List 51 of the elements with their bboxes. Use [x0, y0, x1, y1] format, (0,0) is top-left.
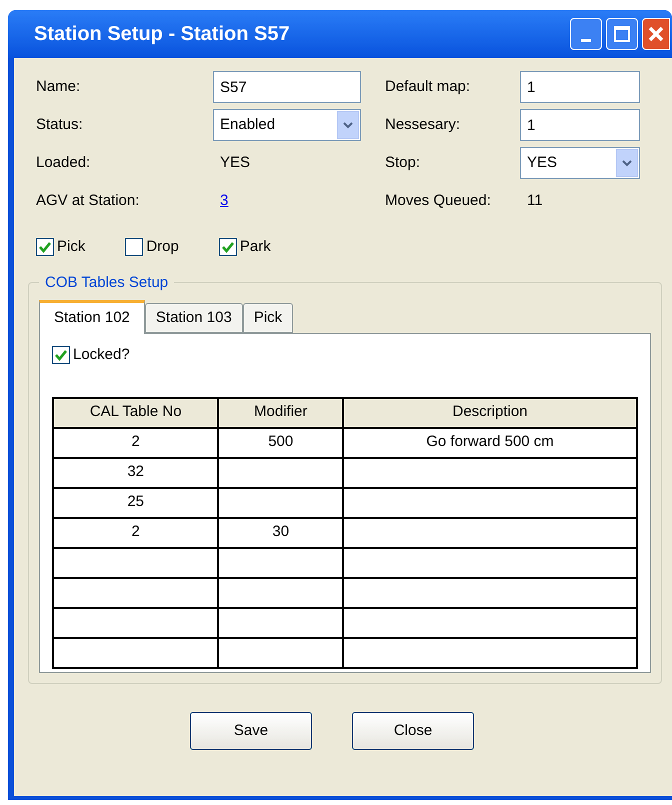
field-value: YES — [219, 152, 252, 173]
table-cell: 25 — [53, 488, 218, 518]
maximize-button[interactable] — [606, 18, 638, 50]
checkbox-label: Drop — [146, 236, 179, 257]
checkbox-label: Pick — [57, 236, 86, 257]
field-value: 11 — [526, 190, 544, 211]
table-cell: 30 — [218, 518, 344, 548]
checkbox-label: Locked? — [73, 345, 130, 365]
text-field[interactable]: S57 — [213, 71, 361, 103]
field-label: Name: — [36, 76, 82, 97]
dropdown[interactable]: Enabled — [213, 109, 361, 141]
text-field[interactable]: 1 — [520, 109, 640, 141]
field-label: Default map: — [385, 76, 472, 97]
field-label: Stop: — [385, 152, 422, 173]
maximize-icon — [614, 26, 630, 42]
checked-checkbox[interactable] — [52, 346, 70, 364]
tab[interactable]: Station 102 — [39, 300, 145, 334]
checkmark-icon — [39, 242, 51, 252]
station-link[interactable]: 3 — [213, 190, 236, 212]
close-button[interactable] — [642, 18, 670, 50]
dropdown-value: YES — [526, 152, 558, 173]
table-cell: 500 — [218, 428, 344, 458]
dropdown[interactable]: YES — [520, 147, 640, 179]
checkmark-icon — [222, 242, 234, 252]
dialog-button[interactable]: Save — [190, 712, 312, 750]
checkmark-icon — [55, 350, 67, 361]
checkbox[interactable] — [125, 238, 144, 256]
field-label: Nessesary: — [385, 114, 462, 135]
checked-checkbox[interactable] — [36, 238, 54, 256]
tab[interactable]: Station 103 — [144, 303, 243, 333]
field-label: AGV at Station: — [36, 190, 140, 211]
tab[interactable]: Pick — [242, 303, 294, 333]
field-label: Moves Queued: — [385, 190, 492, 211]
dropdown-value: Enabled — [219, 114, 276, 135]
checked-checkbox[interactable] — [218, 238, 237, 256]
table-cell: Go forward 500 cm — [343, 428, 637, 458]
dialog-button[interactable]: Close — [352, 712, 474, 750]
minimize-button[interactable] — [570, 18, 602, 50]
field-label: Loaded: — [36, 152, 92, 173]
checkbox-label: Park — [240, 236, 271, 257]
column-header: CAL Table No — [53, 398, 218, 428]
close-icon — [647, 25, 665, 43]
column-header: Modifier — [218, 398, 344, 428]
text-field[interactable]: 1 — [520, 71, 640, 103]
field-label: Status: — [36, 114, 84, 135]
minimize-icon — [581, 39, 591, 42]
table-cell: 2 — [53, 428, 218, 458]
table-cell: 2 — [53, 518, 218, 548]
column-header: Description — [343, 398, 637, 428]
window-title: Station Setup - Station S57 — [34, 22, 291, 47]
table-cell: 32 — [53, 458, 218, 488]
